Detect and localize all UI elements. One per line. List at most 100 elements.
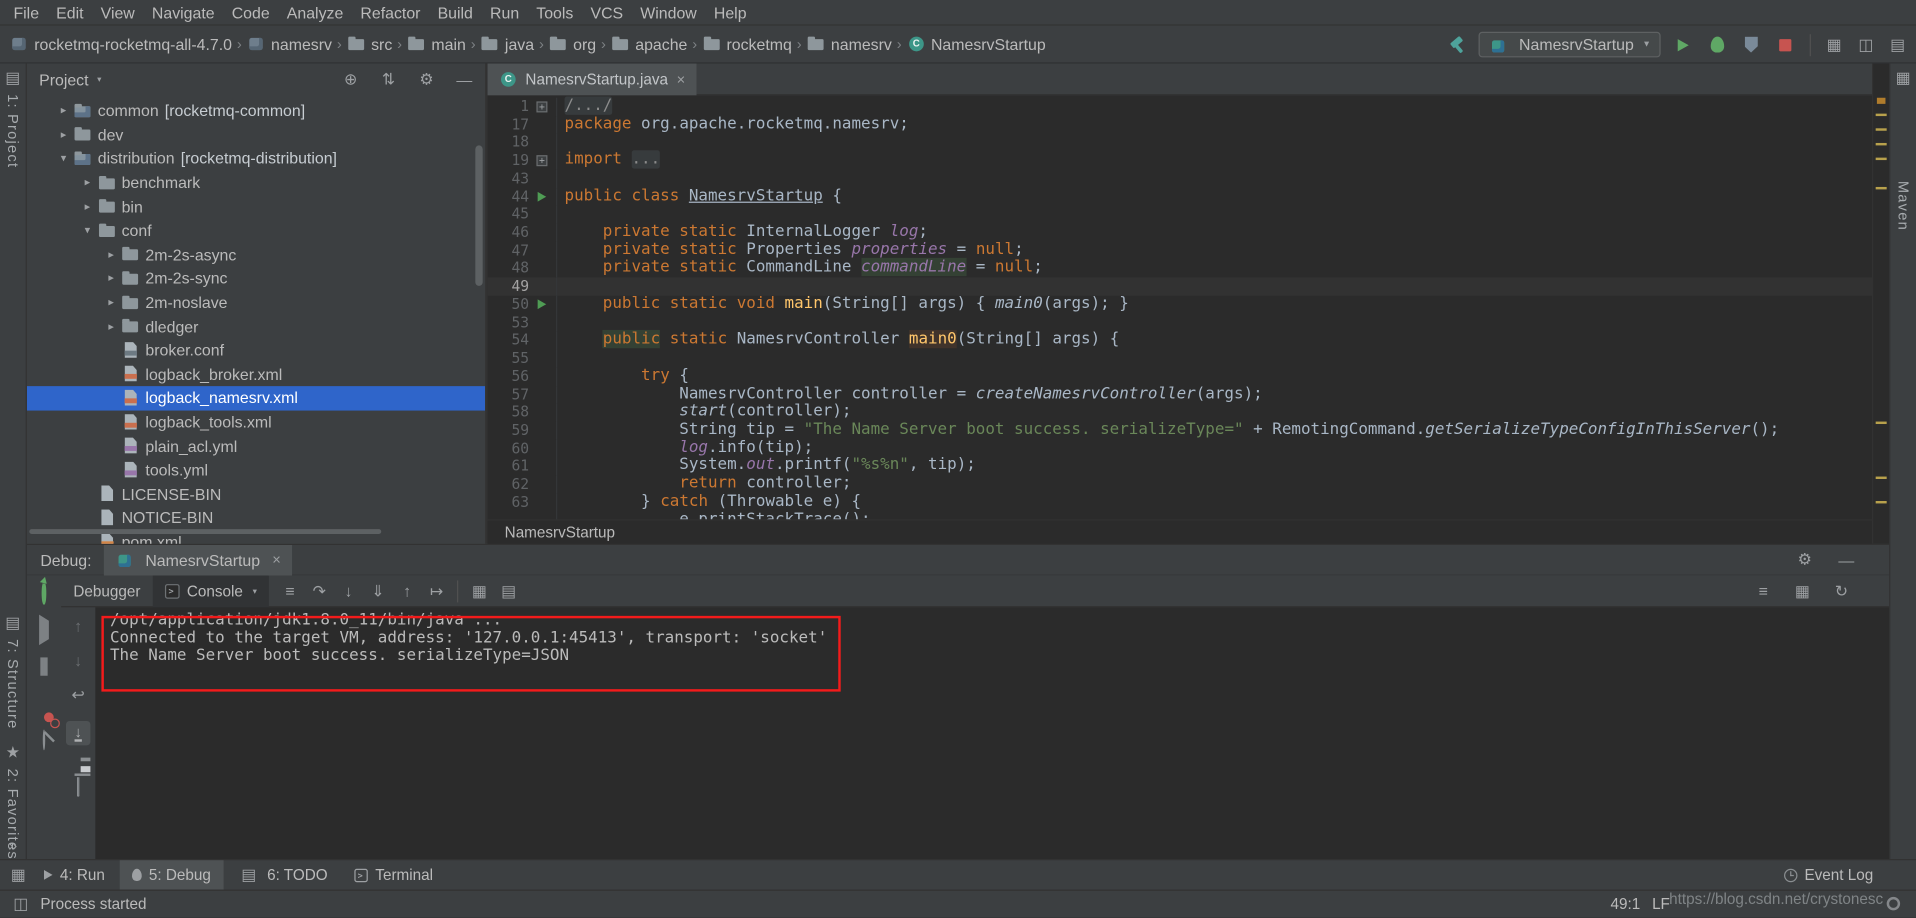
list-icon[interactable]: ≡ [1752,582,1774,600]
menu-tools[interactable]: Tools [528,3,582,21]
code-line[interactable]: 18 [488,134,1872,152]
debug-button[interactable] [1705,32,1729,56]
menu-edit[interactable]: Edit [48,3,92,21]
tree-chevron-right-icon[interactable]: ▸ [101,248,121,261]
tree-item[interactable]: logback_broker.xml [27,362,485,386]
error-stripe-mark[interactable] [1876,143,1887,145]
tree-item[interactable]: LICENSE-BIN [27,482,485,506]
restore-layout-icon[interactable]: ▤ [1887,35,1909,55]
tree-item[interactable]: logback_tools.xml [27,410,485,434]
layout-icon[interactable]: ◫ [1855,35,1877,55]
menu-file[interactable]: File [5,3,48,21]
code-line[interactable]: 61 System.out.printf("%s%n", tip); [488,457,1872,475]
tree-item[interactable]: broker.conf [27,338,485,362]
tree-item[interactable]: tools.yml [27,458,485,482]
code-line[interactable]: 44public class NamesrvStartup { [488,188,1872,206]
code-line[interactable]: 63 } catch (Throwable e) { [488,493,1872,511]
code-line[interactable]: 47 private static Properties properties … [488,242,1872,260]
menu-view[interactable]: View [92,3,143,21]
tree-item[interactable]: ▸2m-2s-sync [27,267,485,291]
build-project-button[interactable] [1445,32,1469,56]
gear-icon[interactable]: ⚙ [1794,550,1816,570]
pause-button[interactable] [40,657,47,675]
sidebar-item-maven[interactable]: Maven [1890,181,1916,231]
sidebar-item-structure[interactable]: ▤ 7: Structure [0,613,26,729]
hide-panel-icon[interactable]: — [453,70,475,88]
code-line[interactable]: 1+/.../ [488,98,1872,116]
hide-panel-icon[interactable]: — [1835,550,1857,568]
error-stripe-mark[interactable] [1876,477,1887,479]
breadcrumb-item[interactable]: namesrv [247,34,332,54]
error-stripe-mark[interactable] [1876,422,1887,424]
resume-button[interactable] [39,621,49,639]
tree-item[interactable]: ▸bin [27,195,485,219]
soft-wrap-icon[interactable]: ↩ [67,686,89,706]
scroll-to-end-button[interactable]: ↓ [66,721,90,745]
error-stripe-mark[interactable] [1876,114,1887,116]
run-gutter-icon[interactable] [538,192,547,202]
tree-chevron-right-icon[interactable]: ▸ [78,200,98,213]
line-separator-indicator[interactable]: LF [1652,896,1670,913]
error-stripe-indicator[interactable] [1877,98,1886,104]
project-view-selector[interactable]: Project ▾ [39,70,101,88]
code-line[interactable]: 57 NamesrvController controller = create… [488,386,1872,404]
tab-run[interactable]: 4: Run [32,860,117,891]
restore-layout-icon[interactable]: ↻ [1830,581,1852,601]
debug-session-tab[interactable]: NamesrvStartup × [104,544,292,575]
tab-debugger[interactable]: Debugger [61,575,153,607]
tree-item[interactable]: ▸dev [27,123,485,147]
gear-icon[interactable]: ⚙ [415,70,437,90]
code-line[interactable]: 19+import ... [488,152,1872,170]
error-stripe-mark[interactable] [1876,128,1887,130]
code-line[interactable]: 62 return controller; [488,475,1872,493]
tab-debug[interactable]: 5: Debug [120,860,224,891]
console-panel[interactable]: /opt/application/jdk1.8.0_11/bin/java ..… [95,607,1889,859]
tree-chevron-right-icon[interactable]: ▸ [101,272,121,285]
tree-item[interactable]: ▾distribution[rocketmq-distribution] [27,147,485,171]
tree-item[interactable]: ▸common[rocketmq-common] [27,99,485,123]
code-line[interactable]: 53 [488,314,1872,332]
menu-code[interactable]: Code [223,3,278,21]
code-editor[interactable]: 1+/.../17package org.apache.rocketmq.nam… [488,95,1872,543]
tree-item[interactable]: NOTICE-BIN [27,506,485,530]
close-icon[interactable]: × [272,551,281,568]
force-step-into-icon[interactable]: ⇓ [367,581,389,601]
tree-chevron-right-icon[interactable]: ▸ [78,176,98,189]
step-into-icon[interactable]: ↓ [338,582,360,600]
tree-item[interactable]: ▸dledger [27,314,485,338]
more-tool-windows-button[interactable]: » [0,836,26,854]
evaluate-expression-icon[interactable]: ▦ [468,581,490,601]
tree-item[interactable]: ▾conf [27,219,485,243]
error-stripe-mark[interactable] [1876,187,1887,189]
breadcrumb-item[interactable]: NamesrvStartup [907,34,1046,54]
right-stripe-top-button[interactable]: ▦ [1890,68,1916,88]
tree-item[interactable]: ▸2m-2s-async [27,243,485,267]
event-log-button[interactable]: Event Log [1784,866,1874,883]
run-gutter-icon[interactable] [538,299,547,309]
up-stack-icon[interactable]: ↑ [67,617,89,635]
tab-todo[interactable]: ▤ 6: TODO [226,860,340,891]
breadcrumb-item[interactable]: src [347,34,393,54]
step-over-icon[interactable]: ↷ [308,581,330,601]
locate-file-icon[interactable]: ⊕ [340,70,362,90]
tab-terminal[interactable]: Terminal [342,860,445,891]
menu-help[interactable]: Help [705,3,755,21]
close-icon[interactable]: × [677,71,686,88]
tree-item[interactable]: ▸2m-noslave [27,291,485,315]
code-line[interactable]: 45 [488,206,1872,224]
code-line[interactable]: 49 [488,278,1872,296]
clear-console-button[interactable] [77,777,79,795]
breadcrumb-item[interactable]: main [407,34,466,54]
menu-analyze[interactable]: Analyze [278,3,352,21]
down-stack-icon[interactable]: ↓ [67,651,89,669]
menu-run[interactable]: Run [481,3,527,21]
toolwindow-switcher-icon[interactable]: ▦ [7,865,29,885]
toolwindow-icon[interactable]: ▦ [1823,35,1845,55]
menu-vcs[interactable]: VCS [582,3,632,21]
breadcrumb-item[interactable]: java [480,34,534,54]
tree-chevron-right-icon[interactable]: ▸ [54,128,74,141]
run-button[interactable] [1670,32,1694,56]
tree-item[interactable]: logback_namesrv.xml [27,386,485,410]
collapse-all-icon[interactable]: ⇅ [378,70,400,90]
fold-icon[interactable]: + [536,101,547,112]
